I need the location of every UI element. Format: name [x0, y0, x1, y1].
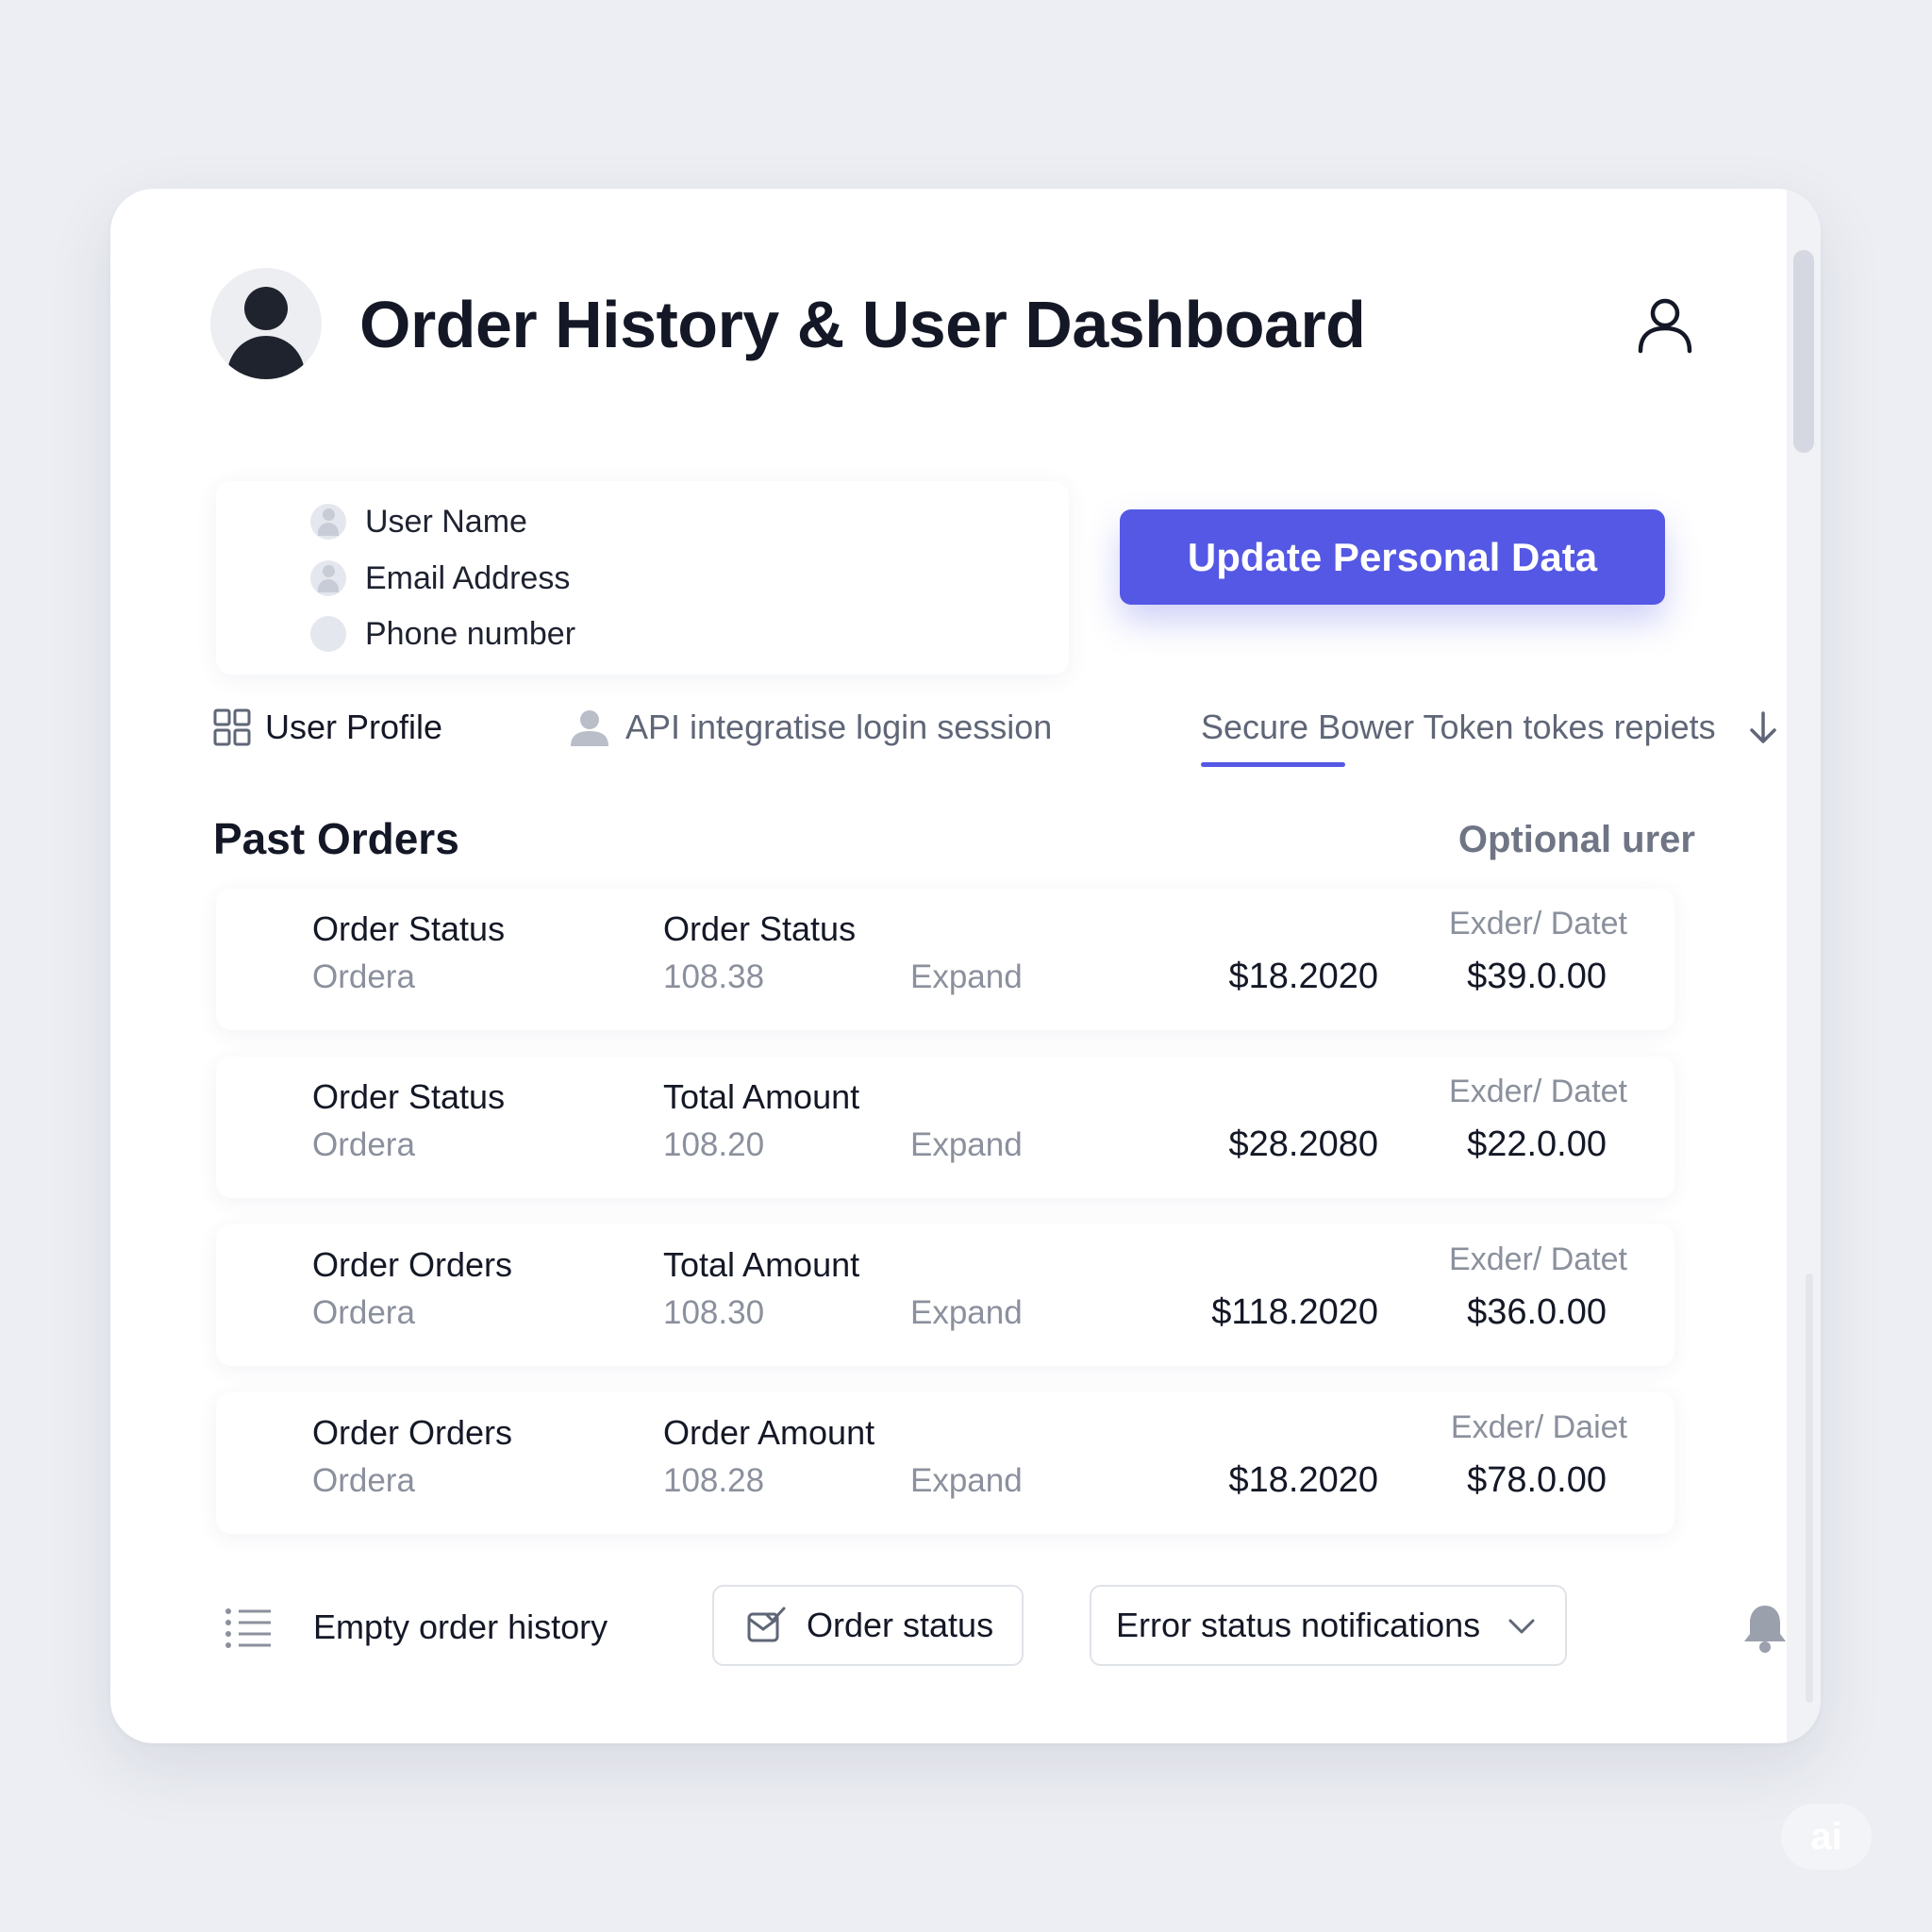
tab-label: User Profile: [265, 708, 443, 746]
table-row[interactable]: Order Orders Ordera Order Amount 108.28 …: [216, 1392, 1674, 1534]
footer-bar: Empty order history Order status Error s…: [216, 1585, 1786, 1670]
tab-user-profile[interactable]: User Profile: [212, 698, 442, 757]
expand-link[interactable]: Expand: [910, 958, 1023, 996]
order-date-label: Exder/ Daiet: [1450, 1409, 1627, 1445]
order-date-label: Exder/ Datet: [1449, 1074, 1627, 1109]
order-col2-sub: 108.28: [663, 1462, 765, 1499]
user-icon: [310, 504, 346, 540]
profile-field-label: Phone number: [365, 615, 576, 652]
order-status-label: Order status: [807, 1606, 994, 1644]
orders-list: Order Status Ordera Order Status 108.38 …: [216, 889, 1674, 1560]
profile-field-user-name: User Name: [310, 498, 527, 545]
expand-link[interactable]: Expand: [910, 1462, 1023, 1500]
table-row[interactable]: Order Status Ordera Order Status 108.38 …: [216, 889, 1674, 1030]
list-icon[interactable]: [224, 1606, 273, 1651]
order-col2-title: Order Amount: [663, 1413, 875, 1452]
circle-icon: [310, 616, 346, 652]
dashboard-card: Order History & User Dashboard User Name…: [110, 189, 1821, 1743]
user-icon: [310, 560, 346, 596]
scrollbar-track[interactable]: [1787, 189, 1821, 1743]
order-col1-title: Order Status: [312, 1077, 506, 1116]
expand-link[interactable]: Expand: [910, 1126, 1023, 1164]
orders-list-scrollbar[interactable]: [1806, 1274, 1813, 1703]
past-orders-title: Past Orders: [213, 814, 459, 863]
order-total: $36.0.00: [1467, 1292, 1607, 1332]
order-total: $22.0.00: [1467, 1124, 1607, 1164]
order-total: $78.0.00: [1467, 1460, 1607, 1500]
order-col1-title: Order Status: [312, 909, 506, 948]
order-col1-title: Order Orders: [312, 1245, 513, 1284]
tab-api-session[interactable]: API integratise login session: [569, 698, 1052, 757]
user-icon: [571, 710, 608, 746]
order-col1-title: Order Orders: [312, 1413, 513, 1452]
table-row[interactable]: Order Orders Ordera Total Amount 108.30 …: [216, 1224, 1674, 1366]
order-date-label: Exder/ Datet: [1449, 906, 1627, 941]
order-col1-sub: Ordera: [312, 1462, 415, 1499]
order-amount: $18.2020: [1228, 1460, 1379, 1500]
arrow-down-icon[interactable]: [1742, 708, 1784, 749]
table-row[interactable]: Order Status Ordera Total Amount 108.20 …: [216, 1057, 1674, 1198]
order-date-label: Exder/ Datet: [1449, 1241, 1627, 1277]
order-col2-sub: 108.38: [663, 958, 765, 995]
profile-info-box: User Name Email Address Phone number: [216, 481, 1069, 675]
page-title: Order History & User Dashboard: [359, 288, 1366, 361]
tab-bar: User Profile API integratise login sessi…: [212, 698, 1797, 783]
error-notifications-select[interactable]: Error status notifications: [1090, 1585, 1567, 1666]
empty-history-label: Empty order history: [313, 1607, 608, 1646]
select-value: Error status notifications: [1116, 1606, 1481, 1644]
tab-label: Secure Bower Token tokes repiets: [1201, 708, 1716, 746]
profile-field-label: User Name: [365, 503, 527, 540]
grid-icon: [213, 708, 251, 746]
chevron-down-icon: [1508, 1619, 1535, 1634]
order-amount: $18.2020: [1228, 957, 1379, 996]
user-account-icon[interactable]: [1631, 291, 1699, 358]
order-total: $39.0.00: [1467, 957, 1607, 996]
checkbox-mail-icon: [747, 1607, 786, 1642]
order-col2-title: Total Amount: [663, 1245, 860, 1284]
watermark-badge: ai: [1781, 1804, 1872, 1870]
active-tab-indicator: [1201, 762, 1345, 767]
order-col1-sub: Ordera: [312, 958, 415, 995]
order-col2-title: Total Amount: [663, 1077, 860, 1116]
avatar: [210, 268, 322, 379]
optional-link[interactable]: Optional urer: [1458, 819, 1695, 861]
profile-field-phone: Phone number: [310, 610, 575, 658]
order-col2-sub: 108.20: [663, 1126, 765, 1163]
scrollbar-thumb[interactable]: [1793, 250, 1814, 453]
bell-icon[interactable]: [1740, 1602, 1790, 1655]
order-status-button[interactable]: Order status: [712, 1585, 1024, 1666]
order-col1-sub: Ordera: [312, 1126, 415, 1163]
order-amount: $118.2020: [1211, 1292, 1378, 1332]
profile-field-email: Email Address: [310, 555, 570, 602]
order-col1-sub: Ordera: [312, 1294, 415, 1331]
update-personal-data-button[interactable]: Update Personal Data: [1120, 509, 1665, 605]
tab-label: API integratise login session: [625, 708, 1053, 746]
profile-field-label: Email Address: [365, 559, 571, 596]
order-col2-sub: 108.30: [663, 1294, 765, 1331]
expand-link[interactable]: Expand: [910, 1294, 1023, 1332]
order-amount: $28.2080: [1228, 1124, 1379, 1164]
tab-secure-token[interactable]: Secure Bower Token tokes repiets: [1201, 698, 1716, 757]
order-col2-title: Order Status: [663, 909, 857, 948]
